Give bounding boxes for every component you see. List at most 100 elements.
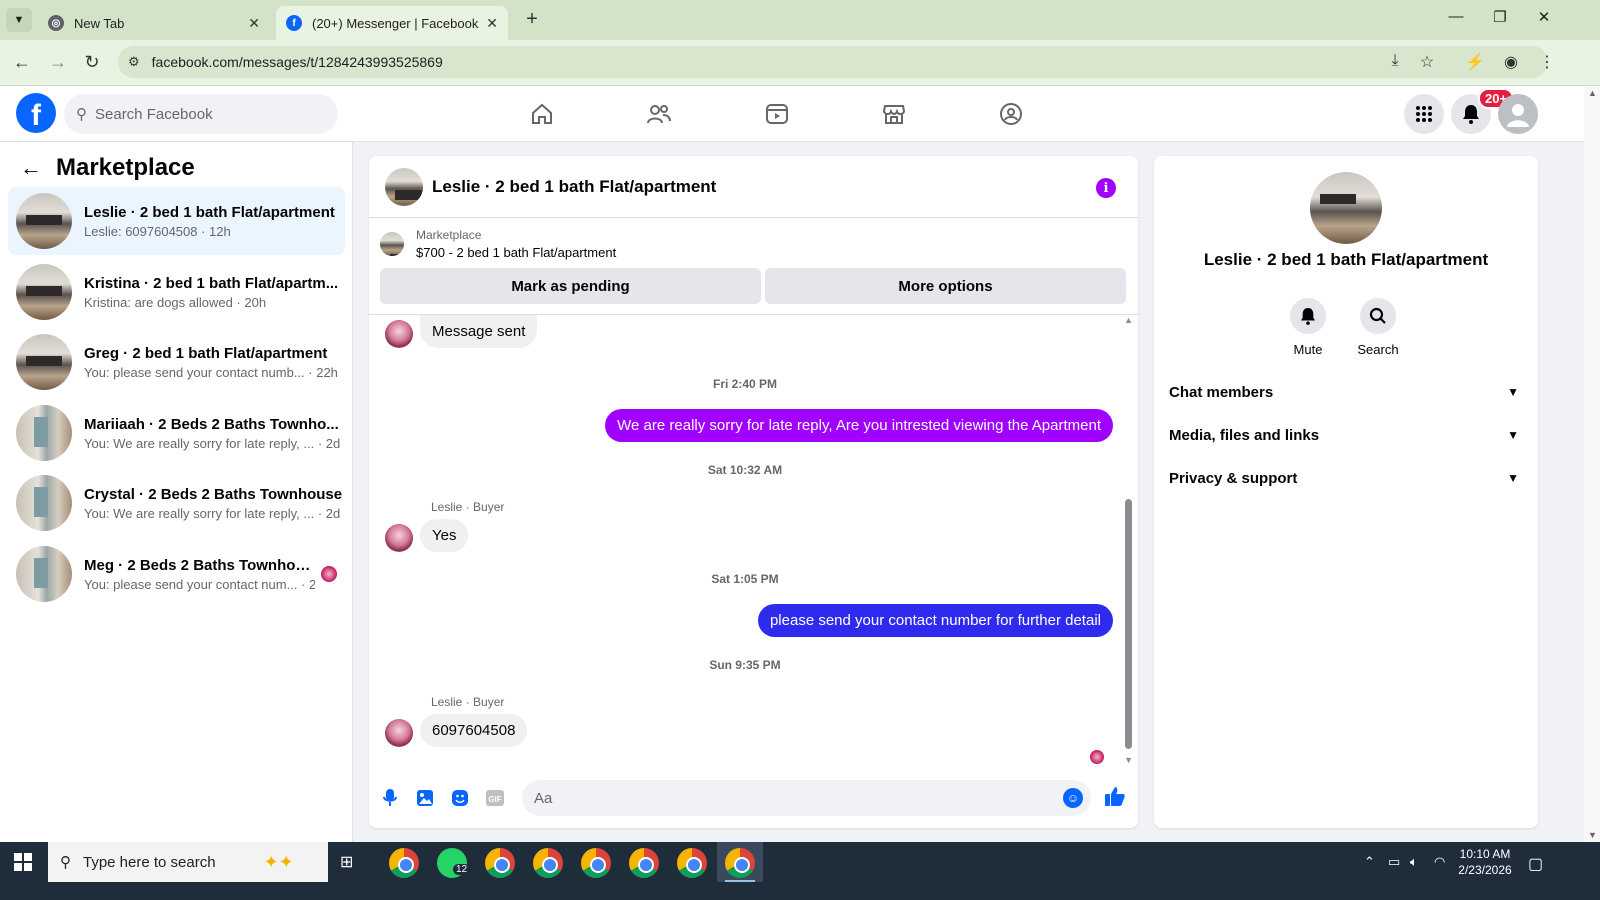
message-list: Message sent Fri 2:40 PM We are really s… <box>369 315 1138 767</box>
whatsapp-icon[interactable]: 12 <box>437 848 471 878</box>
photo-icon[interactable] <box>414 787 436 809</box>
message-bubble-outgoing[interactable]: please send your contact number for furt… <box>757 604 1113 637</box>
chat-avatar[interactable] <box>385 167 423 206</box>
message-input[interactable]: Aa ☺ <box>522 780 1091 816</box>
taskbar-clock[interactable]: 10:10 AM 2/23/2026 <box>1450 846 1520 878</box>
friends-icon[interactable] <box>639 98 679 130</box>
back-button[interactable]: ← <box>10 52 34 73</box>
menu-icon[interactable]: ⋮ <box>1536 52 1558 72</box>
tab-label: (20+) Messenger | Facebook <box>312 15 479 31</box>
extension-icon[interactable]: ⚡ <box>1464 52 1486 72</box>
tab-new-tab[interactable]: ◎ New Tab ✕ <box>38 6 270 40</box>
tab-search-dropdown[interactable]: ▼ <box>6 8 32 32</box>
gif-icon[interactable]: GIF <box>484 787 506 809</box>
conversation-item[interactable]: Kristina · 2 bed 1 bath Flat/apartm... K… <box>8 258 345 326</box>
scroll-up-arrow[interactable]: ▲ <box>1588 88 1597 98</box>
scroll-up-arrow[interactable]: ▲ <box>1124 315 1133 325</box>
listing-avatar[interactable] <box>1310 172 1382 244</box>
message-bubble-outgoing[interactable]: We are really sorry for late reply, Are … <box>605 409 1113 442</box>
window-close-button[interactable]: ✕ <box>1524 8 1564 26</box>
chrome-taskbar-icon[interactable] <box>389 848 419 878</box>
forward-button[interactable]: → <box>46 52 70 73</box>
scroll-down-arrow[interactable]: ▼ <box>1124 755 1133 765</box>
show-hidden-icons[interactable]: ⌃ <box>1364 854 1375 870</box>
search-conversation-button[interactable]: Search <box>1348 298 1408 357</box>
video-icon[interactable] <box>757 98 797 130</box>
chrome-taskbar-icon[interactable] <box>677 848 707 878</box>
sparkle-icon: ✦✦ <box>263 851 294 872</box>
menu-grid-icon[interactable] <box>1404 94 1444 134</box>
sender-label: Leslie · Buyer <box>431 695 505 709</box>
facebook-logo[interactable]: f <box>16 93 56 133</box>
url-bar[interactable]: ⚙ facebook.com/messages/t/12842439935258… <box>118 46 1548 78</box>
windows-start-icon[interactable] <box>0 842 46 882</box>
chat-title[interactable]: Leslie · 2 bed 1 bath Flat/apartment <box>432 177 716 197</box>
volume-icon[interactable]: 🔈︎ <box>1410 854 1418 870</box>
conversation-item[interactable]: Crystal · 2 Beds 2 Baths Townhouse You: … <box>8 469 345 537</box>
thumbs-up-icon[interactable] <box>1104 785 1126 807</box>
install-icon[interactable]: ⤓ <box>1384 52 1406 70</box>
close-icon[interactable]: ✕ <box>248 15 260 32</box>
privacy-support-section[interactable]: Privacy & support ▼ <box>1169 458 1523 498</box>
more-options-button[interactable]: More options <box>765 268 1126 304</box>
notification-center-icon[interactable]: ▢ <box>1528 854 1543 874</box>
close-icon[interactable]: ✕ <box>486 15 498 32</box>
media-files-links-section[interactable]: Media, files and links ▼ <box>1169 415 1523 455</box>
facebook-header: f ⚲ Search Facebook 20+ <box>0 86 1584 142</box>
message-composer: GIF Aa ☺ <box>369 767 1138 828</box>
account-avatar[interactable] <box>1498 94 1538 134</box>
task-view-icon[interactable]: ⊞ <box>340 852 364 872</box>
chrome-taskbar-icon[interactable] <box>581 848 611 878</box>
chrome-taskbar-icon[interactable] <box>485 848 515 878</box>
taskbar-search-box[interactable]: ⚲ Type here to search ✦✦ <box>48 842 328 882</box>
battery-icon[interactable]: ▭ <box>1388 854 1400 870</box>
conversation-item[interactable]: Leslie · 2 bed 1 bath Flat/apartment Les… <box>8 187 345 255</box>
conversations-panel: ← Marketplace Leslie · 2 bed 1 bath Flat… <box>0 142 353 842</box>
marketplace-label: Marketplace <box>416 228 482 242</box>
sender-avatar[interactable] <box>385 719 413 747</box>
chrome-taskbar-icon-active[interactable] <box>725 848 755 878</box>
svg-text:GIF: GIF <box>488 795 501 804</box>
reload-button[interactable]: ↻ <box>80 52 104 73</box>
conversation-item[interactable]: Mariiaah · 2 Beds 2 Baths Townho... You:… <box>8 399 345 467</box>
site-info-icon[interactable]: ⚙ <box>128 54 140 70</box>
scroll-down-arrow[interactable]: ▼ <box>1588 830 1597 840</box>
message-bubble[interactable]: 6097604508 <box>420 714 528 747</box>
minimize-button[interactable]: — <box>1436 8 1476 25</box>
windows-taskbar: ⚲ Type here to search ✦✦ ⊞ 12 ⌃ ▭ 🔈︎ ◠ 1… <box>0 842 1600 900</box>
profile-icon[interactable]: ◉ <box>1500 52 1522 72</box>
tab-messenger[interactable]: f (20+) Messenger | Facebook ✕ <box>276 6 508 40</box>
bookmark-star-icon[interactable]: ☆ <box>1416 52 1438 72</box>
microphone-icon[interactable] <box>379 787 401 809</box>
maximize-button[interactable]: ❐ <box>1480 8 1520 26</box>
wifi-icon[interactable]: ◠ <box>1434 854 1445 870</box>
search-facebook-input[interactable]: ⚲ Search Facebook <box>64 94 338 134</box>
groups-icon[interactable] <box>991 98 1031 130</box>
message-bubble[interactable]: Yes <box>420 519 469 552</box>
sticker-icon[interactable] <box>449 787 471 809</box>
chrome-taskbar-icon[interactable] <box>533 848 563 878</box>
mute-button[interactable]: Mute <box>1278 298 1338 357</box>
listing-summary[interactable]: Marketplace $700 - 2 bed 1 bath Flat/apa… <box>380 228 616 260</box>
back-arrow-icon[interactable]: ← <box>20 155 42 181</box>
home-icon[interactable] <box>522 98 562 130</box>
sender-avatar[interactable] <box>385 320 413 348</box>
marketplace-icon[interactable] <box>874 98 914 130</box>
mute-label: Mute <box>1293 342 1323 357</box>
mark-as-pending-button[interactable]: Mark as pending <box>380 268 761 304</box>
conversation-item[interactable]: Meg · 2 Beds 2 Baths Townhouse You: plea… <box>8 540 345 608</box>
message-bubble[interactable]: Message sent <box>420 315 538 348</box>
info-icon[interactable]: i <box>1096 178 1116 198</box>
chat-members-section[interactable]: Chat members ▼ <box>1169 372 1523 412</box>
chat-scrollbar-thumb[interactable] <box>1125 499 1132 749</box>
conversation-preview: Leslie: 6097604508 · 12h <box>84 223 231 239</box>
new-tab-button[interactable]: + <box>520 8 544 31</box>
conversation-item[interactable]: Greg · 2 bed 1 bath Flat/apartment You: … <box>8 328 345 396</box>
page-scrollbar[interactable]: ▲ ▼ <box>1584 86 1600 842</box>
emoji-icon[interactable]: ☺ <box>1063 788 1083 808</box>
facebook-icon: f <box>286 15 302 31</box>
timestamp: Fri 2:40 PM <box>712 377 778 391</box>
chrome-taskbar-icon[interactable] <box>629 848 659 878</box>
sender-avatar[interactable] <box>385 524 413 552</box>
search-label: Search <box>1357 342 1399 357</box>
